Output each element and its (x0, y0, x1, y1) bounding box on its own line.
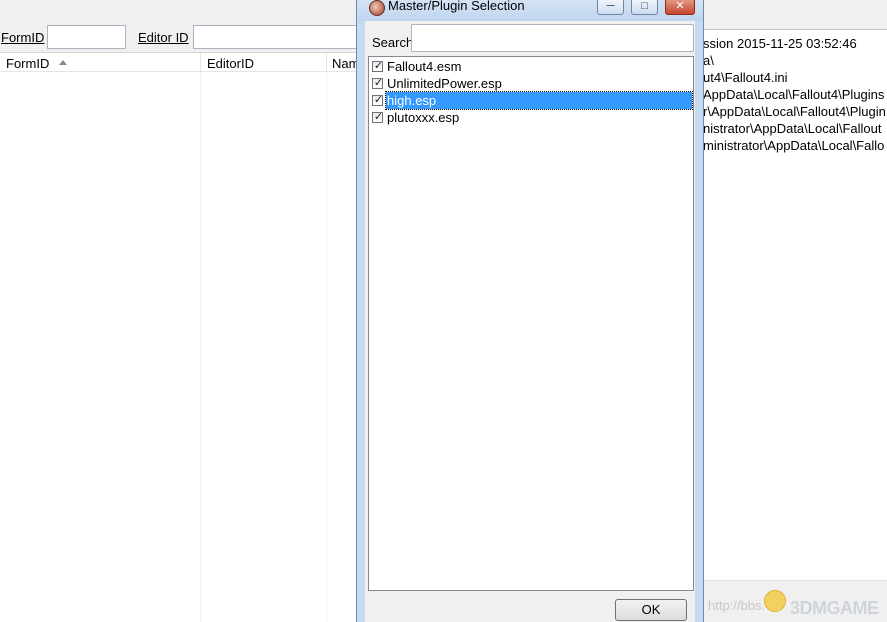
ok-button[interactable]: OK (615, 599, 687, 621)
log-line: r\AppData\Local\Fallout4\Plugin (703, 104, 886, 119)
formid-filter-label: FormID (1, 30, 45, 45)
search-input[interactable] (411, 24, 694, 52)
dialog-title-bar[interactable]: Master/Plugin Selection ─ □ ✕ (357, 0, 703, 21)
formid-filter-input[interactable] (47, 25, 126, 49)
maximize-icon: □ (641, 0, 648, 12)
checkmark-icon: ✓ (373, 77, 384, 89)
column-header-formid[interactable]: FormID (6, 56, 49, 71)
dialog-body: Search ✓ Fallout4.esm ✓ UnlimitedPower.e… (365, 21, 695, 622)
search-label: Search (372, 35, 414, 50)
column-divider[interactable] (326, 53, 327, 73)
plugin-checkbox[interactable]: ✓ (372, 111, 384, 123)
editorid-filter-label: Editor ID (138, 30, 189, 45)
watermark-mascot-icon (764, 590, 786, 612)
column-gridline (326, 72, 327, 622)
plugin-list-item[interactable]: ✓ UnlimitedPower.esp (369, 75, 693, 92)
minimize-icon: ─ (606, 0, 615, 12)
plugin-list-item-selected[interactable]: ✓ high.esp (369, 91, 693, 110)
watermark-logo: 3DMGAME (790, 598, 879, 618)
plugin-list-item[interactable]: ✓ plutoxxx.esp (369, 109, 693, 126)
log-line: ssion 2015-11-25 03:52:46 (703, 36, 857, 51)
record-table-header: FormID EditorID Nam (0, 52, 360, 73)
plugin-name: Fallout4.esm (387, 59, 462, 74)
plugin-checkbox[interactable]: ✓ (372, 94, 384, 106)
column-header-editorid[interactable]: EditorID (207, 56, 254, 71)
close-button[interactable]: ✕ (665, 0, 695, 15)
plugin-name: high.esp (385, 91, 693, 110)
plugin-list[interactable]: ✓ Fallout4.esm ✓ UnlimitedPower.esp ✓ hi… (368, 56, 694, 591)
checkmark-icon: ✓ (373, 94, 384, 106)
editorid-filter-input[interactable] (193, 25, 360, 49)
log-panel-border (700, 22, 887, 30)
log-line: ministrator\AppData\Local\Fallo (703, 138, 885, 153)
checkmark-icon: ✓ (373, 111, 384, 123)
plugin-checkbox[interactable]: ✓ (372, 60, 384, 72)
filter-bar: FormID Editor ID (0, 22, 360, 52)
watermark-url: http://bbs. (708, 598, 766, 613)
plugin-name: plutoxxx.esp (387, 110, 460, 125)
sort-ascending-icon (59, 60, 67, 65)
plugin-selection-dialog: Master/Plugin Selection ─ □ ✕ Search ✓ F… (356, 0, 704, 622)
plugin-list-item[interactable]: ✓ Fallout4.esm (369, 58, 693, 75)
dialog-title: Master/Plugin Selection (388, 0, 525, 13)
maximize-button[interactable]: □ (631, 0, 658, 15)
plugin-checkbox[interactable]: ✓ (372, 77, 384, 89)
column-divider[interactable] (200, 53, 201, 73)
minimize-button[interactable]: ─ (597, 0, 624, 15)
column-gridline (200, 72, 201, 622)
plugin-name: UnlimitedPower.esp (387, 76, 502, 91)
log-line: AppData\Local\Fallout4\Plugins (703, 87, 885, 102)
checkmark-icon: ✓ (373, 60, 384, 72)
log-line: a\ (703, 53, 714, 68)
app-icon (369, 0, 385, 16)
log-line: ut4\Fallout4.ini (703, 70, 788, 85)
close-icon: ✕ (675, 0, 685, 12)
log-line: nistrator\AppData\Local\Fallout (703, 121, 882, 136)
log-horizontal-scrollbar[interactable] (700, 580, 887, 597)
